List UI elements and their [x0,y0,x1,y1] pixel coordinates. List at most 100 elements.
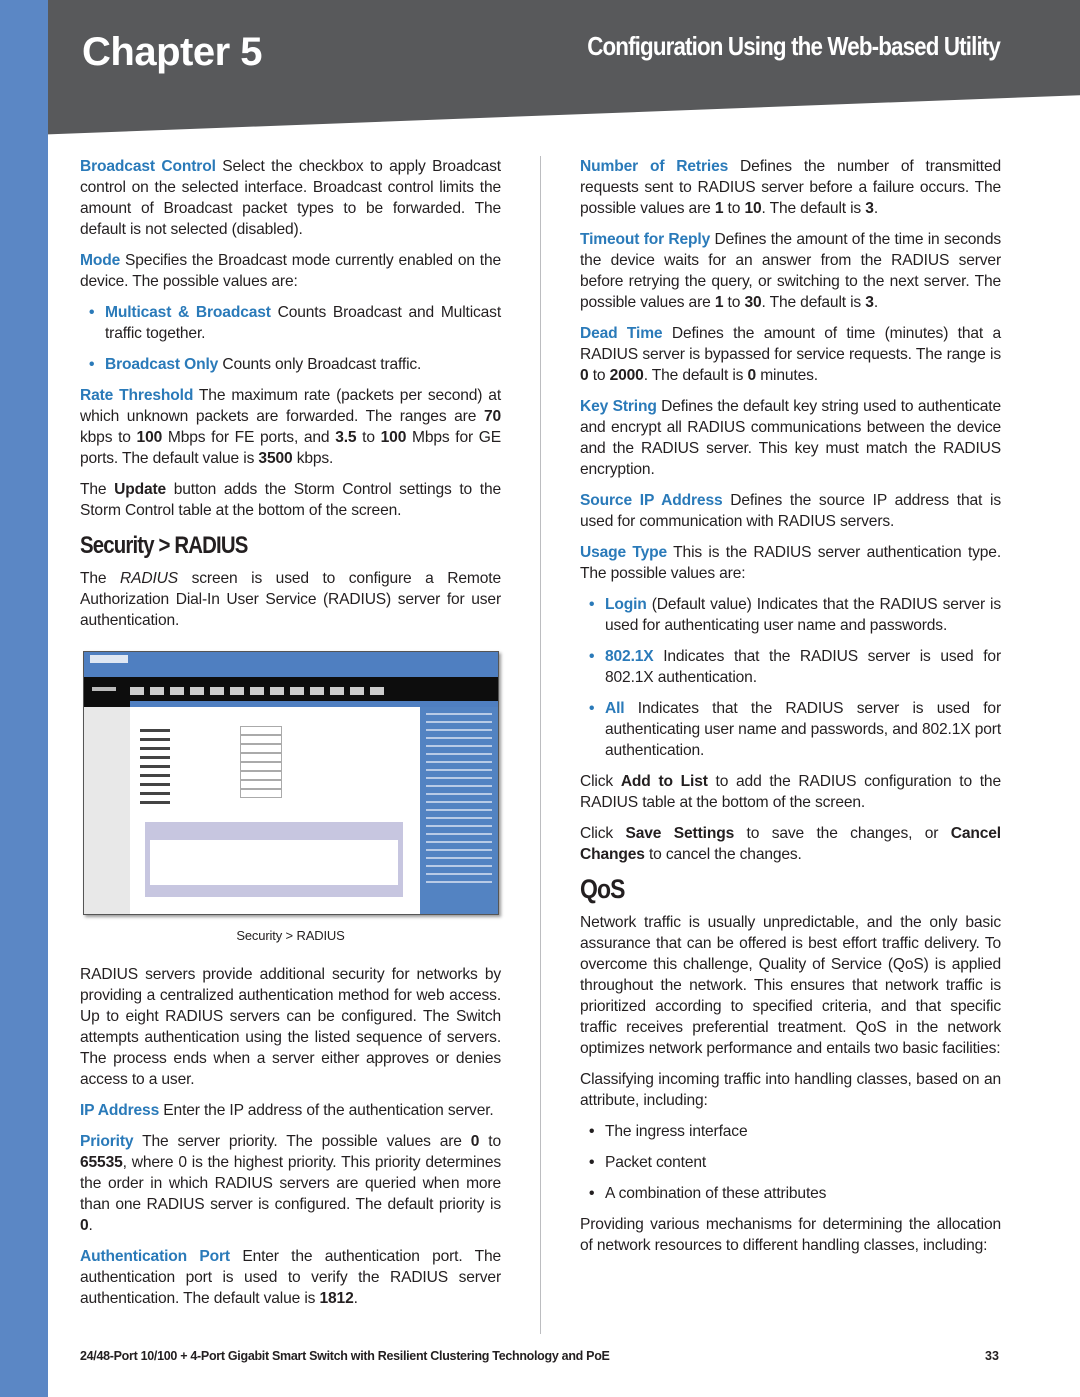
term-label: Broadcast Control [80,158,216,175]
term-label: Timeout for Reply [580,231,711,248]
term-label: Dead Time [580,325,663,342]
footer-text: 24/48-Port 10/100 + 4-Port Gigabit Smart… [80,1349,610,1363]
text-run: 2000 [609,367,644,384]
bullet-item: Login (Default value) Indicates that the… [580,594,1001,636]
chapter-title: Configuration Using the Web-based Utilit… [587,31,1001,61]
text-run: Click [580,773,621,790]
text-run: Counts only Broadcast traffic. [218,356,422,373]
term-label: Authentication Port [80,1248,230,1265]
text-run: Providing various mechanisms for determi… [580,1216,1001,1254]
paragraph: Usage Type This is the RADIUS server aut… [580,542,1001,584]
figure-caption: Security > RADIUS [80,925,501,946]
text-run: 30 [744,294,762,311]
text-run: to [356,429,381,446]
text-run: Security > RADIUS [80,532,248,559]
text-run: 3500 [258,450,293,467]
text-run: minutes. [756,367,818,384]
right-column: Number of Retries Defines the number of … [580,156,1001,1266]
term-label: All [605,700,625,717]
radius-screenshot-figure [83,651,499,915]
text-run: Security > RADIUS [236,928,345,943]
left-column: Broadcast Control Select the checkbox to… [80,156,501,1319]
bullet-item: The ingress interface [580,1121,1001,1142]
text-run: Enter the IP address of the authenticati… [159,1102,494,1119]
bullet-item: 802.1X Indicates that the RADIUS server … [580,646,1001,688]
term-label: Mode [80,252,121,269]
paragraph: Dead Time Defines the amount of time (mi… [580,323,1001,386]
side-strip [0,0,48,1397]
section-heading: Security > RADIUS [80,532,438,559]
text-run: The [80,570,121,587]
text-run: Indicates that the RADIUS server is used… [605,648,1001,686]
text-run: to [479,1133,501,1150]
text-run: Indicates that the RADIUS server is used… [605,700,1001,759]
bullet-item: A combination of these attributes [580,1183,1001,1204]
text-run: RADIUS [120,570,179,587]
text-run: 0 [80,1217,89,1234]
term-label: Rate Threshold [80,387,194,404]
text-run: 3 [865,200,874,217]
text-run: Packet content [605,1154,707,1171]
text-run: . [88,1217,93,1234]
text-run: 100 [136,429,163,446]
chapter-label: Chapter 5 [82,30,263,74]
paragraph: Source IP Address Defines the source IP … [580,490,1001,532]
paragraph: Key String Defines the default key strin… [580,396,1001,480]
term-label: Key String [580,398,657,415]
text-run: Add to List [620,773,708,790]
text-run: kbps. [292,450,334,467]
term-label: IP Address [80,1102,160,1119]
paragraph: Click Add to List to add the RADIUS conf… [580,771,1001,813]
text-run: A combination of these attributes [605,1185,827,1202]
text-run: 0 [747,367,757,384]
text-run: . [353,1290,358,1307]
text-run: 3.5 [335,429,357,446]
text-run: to save the changes, or [734,825,951,842]
paragraph: Broadcast Control Select the checkbox to… [80,156,501,240]
text-run: The [80,481,115,498]
paragraph: Authentication Port Enter the authentica… [80,1246,501,1309]
paragraph: Providing various mechanisms for determi… [580,1214,1001,1256]
text-run: Click [580,825,626,842]
section-heading: QoS [580,876,938,903]
text-run: 1812 [319,1290,354,1307]
text-run: to [723,294,745,311]
paragraph: The Update button adds the Storm Control… [80,479,501,521]
column-divider [540,156,541,1334]
text-run: 100 [380,429,407,446]
text-run: (Default value) Indicates that the RADIU… [605,596,1001,634]
term-label: Number of Retries [580,158,729,175]
paragraph: Classifying incoming traffic into handli… [580,1069,1001,1111]
text-run: 70 [483,408,501,425]
text-run: . [873,294,878,311]
text-run: Mbps for FE ports, and [162,429,336,446]
paragraph: Network traffic is usually unpredictable… [580,912,1001,1059]
bullet-item: Packet content [580,1152,1001,1173]
paragraph: Mode Specifies the Broadcast mode curren… [80,250,501,292]
bullet-item: All Indicates that the RADIUS server is … [580,698,1001,761]
text-run: to [588,367,610,384]
text-run: . The default is [761,200,866,217]
term-label: Broadcast Only [105,356,219,373]
text-run: 0 [580,367,589,384]
paragraph: Number of Retries Defines the number of … [580,156,1001,219]
text-run: to cancel the changes. [644,846,802,863]
bullet-item: Multicast & Broadcast Counts Broadcast a… [80,302,501,344]
term-label: 802.1X [605,648,654,665]
text-run: QoS [580,874,625,904]
text-run: The server priority. The possible values… [133,1133,471,1150]
paragraph: RADIUS servers provide additional securi… [80,964,501,1090]
text-run: Network traffic is usually unpredictable… [580,914,1001,1057]
text-run: . The default is [643,367,748,384]
paragraph: IP Address Enter the IP address of the a… [80,1100,501,1121]
term-label: Source IP Address [580,492,723,509]
text-run: 10 [744,200,762,217]
term-label: Multicast & Broadcast [105,304,271,321]
text-run: , where 0 is the highest priority. This … [80,1154,501,1213]
text-run: Update [114,481,167,498]
text-run: RADIUS servers provide additional securi… [80,966,501,1088]
text-run: Classifying incoming traffic into handli… [580,1071,1001,1109]
text-run: 3 [865,294,874,311]
text-run: 65535 [80,1154,123,1171]
text-run: to [723,200,745,217]
